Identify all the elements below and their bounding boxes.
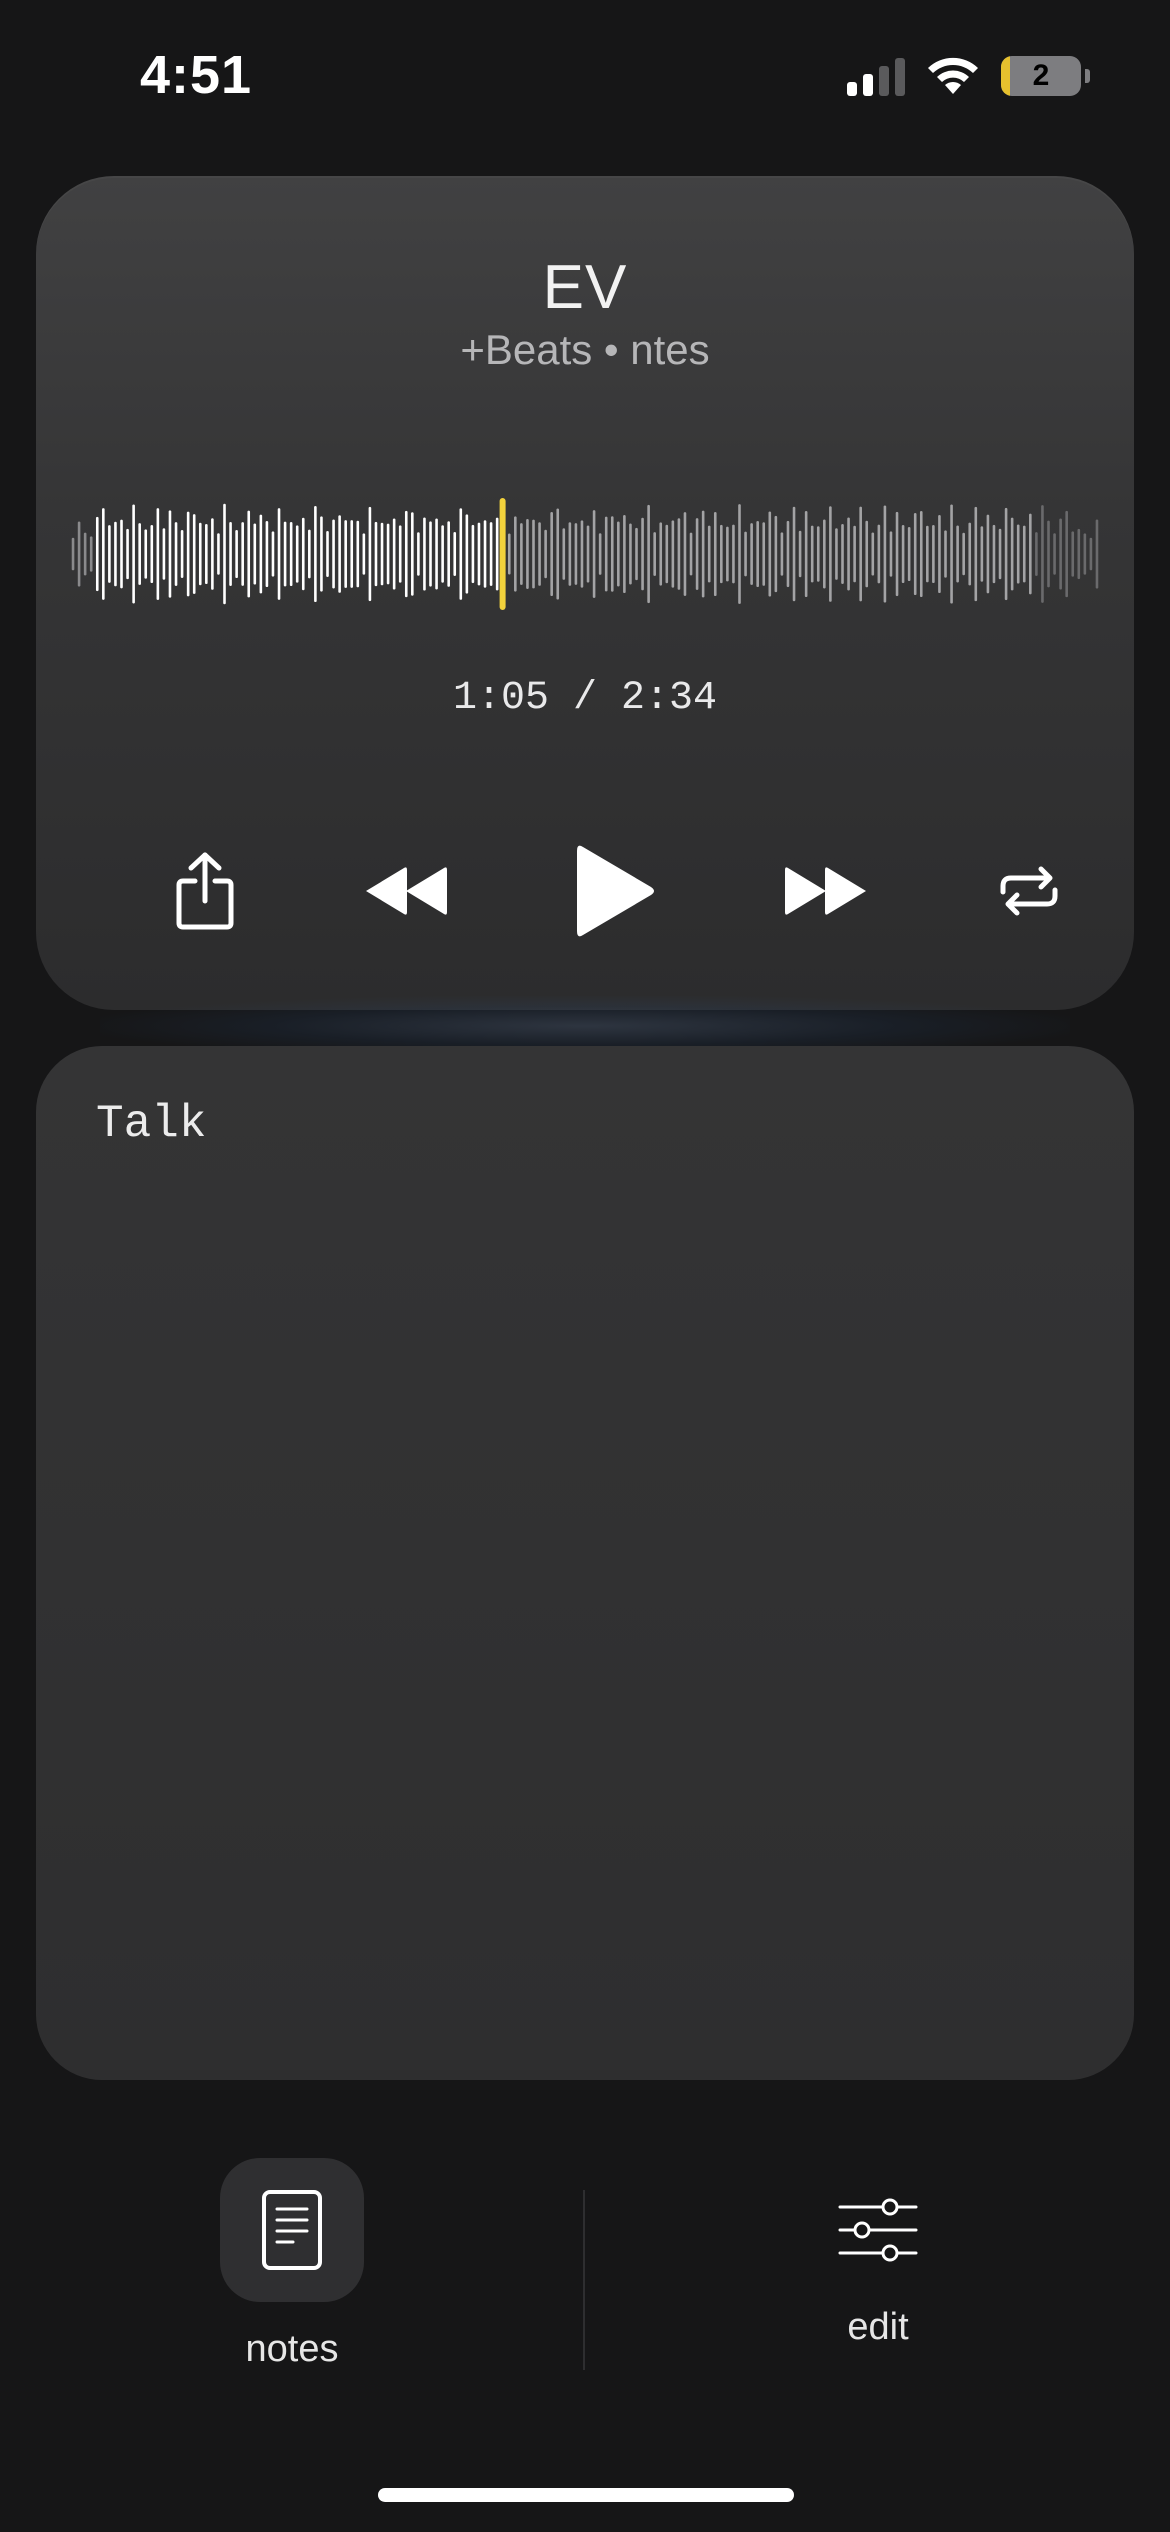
repeat-icon <box>1000 866 1058 916</box>
playback-controls <box>36 826 1134 956</box>
cellular-signal-icon <box>847 56 905 96</box>
share-button[interactable] <box>140 826 270 956</box>
battery-tip <box>1085 69 1090 83</box>
home-indicator[interactable] <box>378 2488 794 2502</box>
notes-text[interactable]: Talk <box>96 1098 206 1150</box>
status-icons: 2 <box>847 56 1090 96</box>
player-card: EV +Beats • ntes 1:05 / 2:34 <box>36 176 1134 1010</box>
status-bar: 4:51 2 <box>0 0 1170 160</box>
share-icon <box>176 852 234 930</box>
nav-edit-label: edit <box>847 2306 909 2348</box>
notes-card[interactable]: Talk <box>36 1046 1134 2080</box>
track-title: EV <box>542 253 628 322</box>
fast-forward-icon <box>785 867 866 915</box>
status-time: 4:51 <box>140 45 253 105</box>
repeat-button[interactable] <box>964 826 1094 956</box>
fast-forward-button[interactable] <box>760 826 890 956</box>
time-readout: 1:05 / 2:34 <box>452 676 718 721</box>
play-button[interactable] <box>550 826 680 956</box>
nav-notes-icon-wrap <box>220 2158 364 2302</box>
nav-notes-button[interactable]: notes <box>220 2158 364 2371</box>
wifi-icon <box>928 57 978 94</box>
nav-notes-label: notes <box>245 2328 339 2370</box>
battery-icon: 2 <box>1001 56 1081 96</box>
nav-edit-icon-wrap <box>806 2168 950 2292</box>
sliders-icon <box>838 2198 918 2262</box>
nav-divider <box>583 2190 585 2370</box>
playhead[interactable] <box>499 498 506 610</box>
nav-edit-button[interactable]: edit <box>806 2168 950 2349</box>
battery-level: 2 <box>1032 59 1050 92</box>
track-subtitle: +Beats • ntes <box>460 326 710 373</box>
waveform-scrubber[interactable] <box>70 498 1100 610</box>
play-icon <box>577 845 654 937</box>
document-icon <box>262 2190 322 2270</box>
battery-fill <box>1001 56 1010 96</box>
rewind-icon <box>366 867 447 915</box>
rewind-button[interactable] <box>342 826 472 956</box>
